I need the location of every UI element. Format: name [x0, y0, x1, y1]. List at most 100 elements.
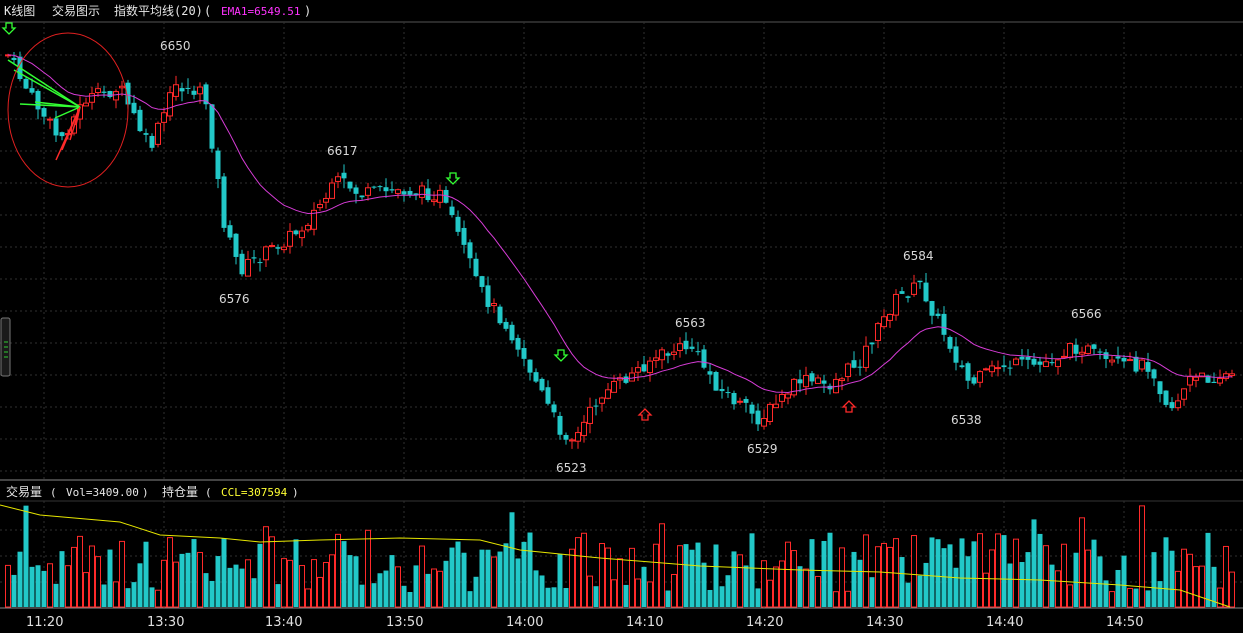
tab-kline[interactable]: K线图 [4, 4, 35, 18]
candle-body-down [1145, 362, 1151, 372]
candle-body-up [629, 372, 635, 382]
candle-body-down [359, 195, 365, 198]
volume-bar-down [719, 586, 725, 607]
volume-bar-down [623, 584, 629, 607]
candle-body-down [137, 109, 143, 132]
ema-paren-close: ) [304, 4, 311, 18]
volume-bar-up [587, 575, 593, 608]
volume-bar-down [443, 560, 449, 607]
volume-bar-up [611, 579, 617, 608]
volume-bar-down [11, 574, 17, 607]
candle-body-up [1181, 388, 1187, 400]
candle-body-up [839, 378, 845, 382]
volume-bar-down [221, 538, 227, 607]
candle-body-down [509, 324, 515, 341]
candle-body-down [347, 181, 353, 189]
price-label: 6523 [556, 461, 587, 475]
candle-body-down [221, 176, 227, 228]
candle-body-up [647, 360, 653, 374]
candle-body-up [197, 86, 203, 95]
volume-bar-down [149, 587, 155, 607]
volume-bar-up [773, 566, 779, 608]
volume-bar-down [755, 588, 761, 607]
candle-body-up [167, 92, 173, 117]
volume-bar-down [143, 541, 149, 607]
volume-bar-up [575, 537, 581, 608]
volume-bar-up [1127, 587, 1133, 608]
candle-body-down [743, 398, 749, 403]
candle-body-down [1007, 367, 1013, 369]
candle-body-down [545, 387, 551, 404]
volume-bar-down [377, 573, 383, 607]
candle-body-down [953, 346, 959, 363]
volume-bar-down [713, 544, 719, 607]
price-label: 6650 [160, 39, 191, 53]
open-interest-title: 持仓量 [162, 484, 198, 499]
volume-bar-down [917, 575, 923, 607]
candle-body-down [551, 404, 557, 413]
candle-body-up [791, 378, 797, 396]
volume-bar-up [395, 566, 401, 608]
candle-body-down [479, 276, 485, 287]
sell-arrow-icon [553, 349, 569, 362]
volume-bar-up [767, 579, 773, 608]
candle-body-down [683, 340, 689, 350]
volume-bar-up [1109, 591, 1115, 608]
candle-body-up [395, 189, 401, 194]
volume-bar-down [869, 577, 875, 607]
candle-body-down [563, 435, 569, 440]
candle-body-down [275, 247, 281, 249]
candle-body-down [929, 301, 935, 316]
candle-body-down [515, 337, 521, 350]
candle-body-down [1049, 362, 1055, 364]
volume-bar-up [77, 535, 83, 608]
volume-bar-down [485, 549, 491, 607]
volume-bar-down [527, 532, 533, 607]
volume-bar-down [1001, 535, 1007, 607]
volume-bar-up [671, 573, 677, 608]
candle-body-down [353, 187, 359, 194]
candle-body-up [113, 91, 119, 101]
x-tick-label: 13:50 [386, 615, 423, 630]
candle-body-down [11, 57, 17, 61]
candle-body-up [89, 93, 95, 103]
volume-bar-up [167, 537, 173, 608]
candle-body-up [95, 88, 101, 93]
volume-bar-up [305, 588, 311, 608]
tab-ema-indicator[interactable]: 指数平均线(20) [114, 3, 203, 18]
candle-body-up [1061, 355, 1067, 358]
candle-body-up [47, 118, 53, 121]
candle-body-down [965, 363, 971, 381]
volume-bar-down [545, 587, 551, 607]
volume-bar-up [647, 581, 653, 608]
volume-bar-up [47, 563, 53, 608]
ccl-value: CCL=307594 [221, 486, 288, 499]
volume-bar-down [695, 542, 701, 607]
candle-body-up [1139, 359, 1145, 370]
ema-series [7, 54, 1233, 394]
candle-body-up [1187, 376, 1193, 386]
candle-body-down [143, 133, 149, 135]
volume-bar-down [851, 551, 857, 607]
volume-bar-up [269, 536, 275, 608]
volume-bar-down [1049, 564, 1055, 607]
candle-body-down [35, 90, 41, 110]
candle-body-down [1001, 365, 1007, 368]
candle-body-down [641, 364, 647, 372]
candle-body-up [569, 439, 575, 442]
candle-body-up [803, 374, 809, 388]
volume-bar-up [1085, 549, 1091, 608]
volume-bar-up [617, 558, 623, 608]
volume-bar-down [41, 570, 47, 607]
price-label: 6584 [903, 249, 934, 263]
candle-body-up [155, 122, 161, 145]
candle-body-down [215, 150, 221, 180]
volume-bar-up [173, 561, 179, 608]
candle-body-up [1043, 361, 1049, 368]
candle-body-down [233, 233, 239, 257]
candle-body-down [185, 87, 191, 89]
volume-bar-up [263, 526, 269, 608]
candle-body-down [101, 91, 107, 93]
volume-bar-down [1031, 519, 1037, 607]
tab-trade-diagram[interactable]: 交易图示 [52, 3, 100, 18]
